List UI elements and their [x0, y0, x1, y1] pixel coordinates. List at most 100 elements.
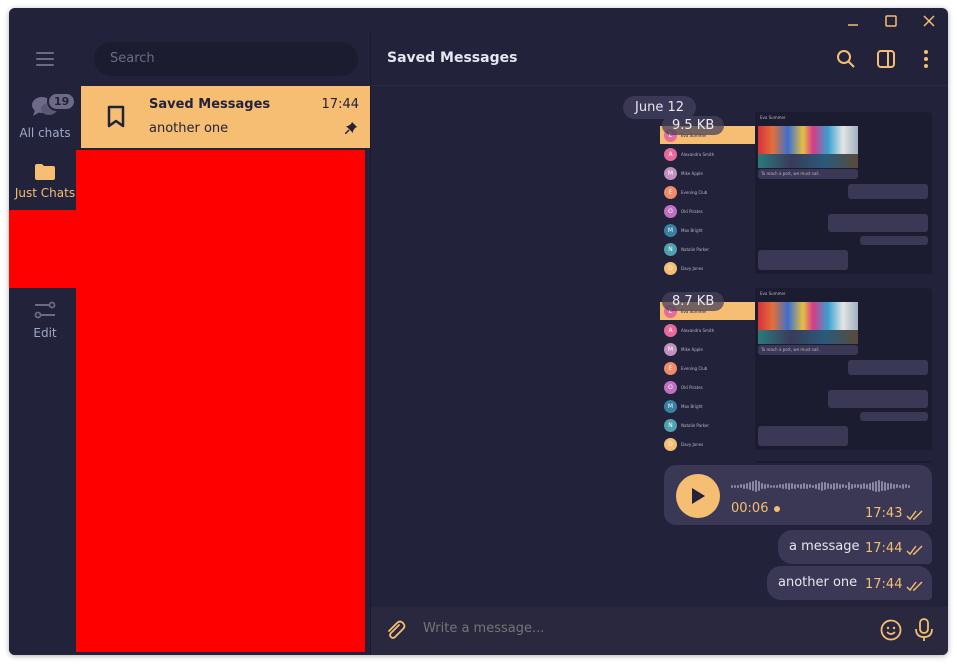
waveform-bar	[746, 483, 748, 489]
waveform-bar	[875, 480, 877, 492]
preview-chat-name: Max Bright	[681, 403, 703, 409]
compose-bar	[371, 607, 948, 655]
waveform-bar	[899, 484, 901, 488]
preview-avatar: M	[664, 343, 677, 356]
image-message[interactable]: E Eva Summer A Alexandra Smith M Mike Apple…	[660, 288, 932, 463]
preview-avatar: O	[664, 205, 677, 218]
double-check-icon	[906, 581, 923, 592]
waveform-bar	[803, 483, 805, 489]
waveform-bar	[767, 484, 769, 488]
waveform-bar	[770, 484, 772, 488]
maximize-icon	[885, 15, 897, 27]
chat-title: Saved Messages	[387, 50, 518, 66]
waveform-bar	[872, 481, 874, 491]
search-button[interactable]	[834, 48, 858, 70]
waveform-bar	[857, 484, 859, 488]
waveform-bar	[866, 483, 868, 489]
waveform-bar	[764, 483, 766, 489]
preview-avatar: E	[664, 362, 677, 375]
waveform-bar	[776, 484, 778, 488]
message-time: 17:44	[865, 577, 903, 592]
waveform-bar	[800, 483, 802, 489]
waveform-bar	[824, 482, 826, 490]
waveform-bar	[779, 484, 781, 488]
waveform-bar	[908, 484, 910, 488]
window-controls	[834, 8, 948, 34]
preview-avatar: M	[664, 224, 677, 237]
waveform-bar	[758, 481, 760, 491]
waveform-bar	[878, 480, 880, 492]
preview-chat-name: Natalie Parker	[681, 422, 710, 428]
message-area[interactable]: E Eva Summer A Alexandra Smith M Mike Apple…	[371, 87, 948, 607]
play-button[interactable]	[676, 474, 720, 518]
waveform-bar	[749, 482, 751, 490]
folder-icon	[35, 164, 55, 180]
waveform-bar	[821, 481, 823, 491]
waveform-bar	[854, 484, 856, 488]
waveform-bar	[785, 483, 787, 489]
close-icon	[923, 15, 935, 27]
image-message[interactable]: E Eva Summer A Alexandra Smith M Mike Apple…	[660, 112, 932, 285]
preview-chat-name: Mike Apple	[681, 170, 703, 176]
preview-chat-name: Evening Club	[681, 189, 708, 195]
double-check-icon	[906, 545, 923, 556]
waveform-bar	[896, 484, 898, 488]
more-button[interactable]	[914, 48, 938, 70]
preview-avatar: O	[664, 381, 677, 394]
preview-chat-name: Old Pirates	[681, 384, 703, 390]
attach-button[interactable]	[385, 620, 407, 646]
waveform-bar	[863, 483, 865, 489]
waveform[interactable]	[731, 479, 923, 493]
waveform-bar	[839, 483, 841, 489]
hamburger-icon[interactable]	[36, 52, 54, 66]
waveform-bar	[740, 484, 742, 488]
waveform-bar	[842, 484, 844, 488]
preview-chat-name: Old Pirates	[681, 208, 703, 214]
message-input[interactable]	[423, 621, 823, 636]
waveform-bar	[752, 481, 754, 491]
bookmark-icon	[107, 105, 125, 128]
preview-photo	[758, 302, 858, 344]
message-text: a message	[789, 539, 860, 554]
maximize-button[interactable]	[872, 8, 910, 34]
waveform-bar	[731, 484, 733, 488]
waveform-bar	[797, 484, 799, 488]
file-size-label: 8.7 KB	[662, 292, 725, 311]
waveform-bar	[788, 482, 790, 490]
waveform-bar	[755, 480, 757, 492]
voice-record-button[interactable]	[914, 618, 934, 646]
waveform-bar	[737, 484, 739, 488]
waveform-bar	[794, 483, 796, 489]
preview-chat-name: Evening Club	[681, 365, 708, 371]
emoji-button[interactable]	[880, 619, 902, 645]
text-message: another one 17:44	[767, 566, 932, 600]
waveform-bar	[890, 483, 892, 489]
waveform-bar	[860, 483, 862, 489]
sidebar-toggle-button[interactable]	[874, 48, 898, 70]
close-button[interactable]	[910, 8, 948, 34]
folder-all-chats[interactable]: 19 All chats	[9, 92, 81, 140]
waveform-bar	[851, 483, 853, 489]
waveform-bar	[761, 483, 763, 489]
preview-photo	[758, 126, 858, 168]
chat-item-saved-messages[interactable]: Saved Messages 17:44 another one	[81, 86, 370, 148]
minimize-button[interactable]	[834, 8, 872, 34]
paperclip-icon	[388, 620, 406, 639]
redacted-region	[76, 150, 365, 652]
waveform-bar	[905, 484, 907, 488]
preview-chat-name: Davy Jones	[681, 265, 704, 271]
search-input[interactable]: Search	[94, 42, 358, 76]
folder-just-chats[interactable]: Just Chats	[9, 162, 81, 200]
sidebar-toggle-icon	[877, 50, 895, 68]
folder-rail: 19 All chats Just Chats Edit	[9, 8, 81, 655]
preview-avatar: M	[664, 167, 677, 180]
date-separator: June 12	[623, 96, 696, 119]
chat-time: 17:44	[321, 97, 359, 112]
waveform-bar	[827, 483, 829, 489]
preview-avatar: N	[664, 419, 677, 432]
waveform-bar	[830, 483, 832, 489]
waveform-bar	[809, 484, 811, 488]
folder-edit[interactable]: Edit	[9, 300, 81, 340]
unplayed-dot	[774, 505, 781, 512]
preview-chat-list: E Eva Summer A Alexandra Smith M Mike Apple…	[660, 288, 755, 463]
